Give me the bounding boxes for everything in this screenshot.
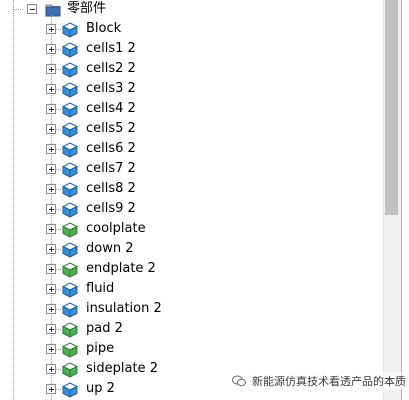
tree-item-label: cells1 2 <box>86 41 136 56</box>
tree-item-label: pad 2 <box>86 321 123 336</box>
expand-toggle-icon[interactable] <box>46 244 56 254</box>
tree-item-label: sideplate 2 <box>86 361 158 376</box>
tree-item-label: cells5 2 <box>86 121 136 136</box>
expand-toggle-icon[interactable] <box>46 364 56 374</box>
expand-toggle-icon[interactable] <box>46 344 56 354</box>
tree-root-node[interactable]: 零部件 <box>0 0 383 20</box>
tree-item-label: cells6 2 <box>86 141 136 156</box>
expand-toggle-icon[interactable] <box>46 304 56 314</box>
watermark: 新能源仿真技术看透产品的本质 <box>232 372 406 390</box>
expand-toggle-icon[interactable] <box>46 264 56 274</box>
tree-item[interactable]: pad 2 <box>0 320 383 340</box>
tree-item-label: cells3 2 <box>86 81 136 96</box>
tree-item[interactable]: cells9 2 <box>0 200 383 220</box>
tree-item[interactable]: endplate 2 <box>0 260 383 280</box>
tree-item[interactable]: cells6 2 <box>0 140 383 160</box>
tree-item-label: cells9 2 <box>86 201 136 216</box>
tree-item[interactable]: cells5 2 <box>0 120 383 140</box>
tree-item[interactable]: pipe <box>0 340 383 360</box>
expand-toggle-icon[interactable] <box>46 224 56 234</box>
tree-item[interactable]: fluid <box>0 280 383 300</box>
tree-item-label: pipe <box>86 341 115 356</box>
expand-toggle-icon[interactable] <box>46 324 56 334</box>
expand-toggle-icon[interactable] <box>46 104 56 114</box>
tree-item-label: fluid <box>86 281 115 296</box>
expand-toggle-icon[interactable] <box>46 84 56 94</box>
tree-item[interactable]: cells2 2 <box>0 60 383 80</box>
folder-icon <box>45 4 61 17</box>
tree-item[interactable]: cells4 2 <box>0 100 383 120</box>
collapse-toggle-icon[interactable] <box>27 4 37 14</box>
tree-item-label: insulation 2 <box>86 301 162 316</box>
tree-item-label: cells4 2 <box>86 101 136 116</box>
tree-item-label: endplate 2 <box>86 261 156 276</box>
expand-toggle-icon[interactable] <box>46 44 56 54</box>
component-tree: 零部件 Block cells1 2 cells2 2 cells3 2 cells4 … <box>0 0 383 400</box>
scrollbar-thumb[interactable] <box>385 0 398 215</box>
wechat-icon <box>232 375 246 387</box>
expand-toggle-icon[interactable] <box>46 204 56 214</box>
tree-item-label: cells7 2 <box>86 161 136 176</box>
expand-toggle-icon[interactable] <box>46 184 56 194</box>
tree-item[interactable]: down 2 <box>0 240 383 260</box>
expand-toggle-icon[interactable] <box>46 144 56 154</box>
expand-toggle-icon[interactable] <box>46 384 56 394</box>
tree-item[interactable]: cells8 2 <box>0 180 383 200</box>
tree-item-label: down 2 <box>86 241 134 256</box>
expand-toggle-icon[interactable] <box>46 164 56 174</box>
watermark-text: 新能源仿真技术看透产品的本质 <box>252 375 406 388</box>
expand-toggle-icon[interactable] <box>46 24 56 34</box>
tree-item[interactable]: coolplate <box>0 220 383 240</box>
tree-item[interactable]: insulation 2 <box>0 300 383 320</box>
panel-border <box>401 0 409 400</box>
tree-item-label: Block <box>86 21 122 36</box>
tree-item-label: cells8 2 <box>86 181 136 196</box>
tree-item[interactable]: cells3 2 <box>0 80 383 100</box>
tree-guide-line <box>13 9 23 10</box>
tree-item-label: coolplate <box>86 221 146 236</box>
tree-root-label: 零部件 <box>67 1 107 16</box>
expand-toggle-icon[interactable] <box>46 284 56 294</box>
tree-item-label: up 2 <box>86 381 115 396</box>
tree-item[interactable]: cells7 2 <box>0 160 383 180</box>
tree-item[interactable]: Block <box>0 20 383 40</box>
expand-toggle-icon[interactable] <box>46 124 56 134</box>
tree-item-label: cells2 2 <box>86 61 136 76</box>
tree-item[interactable]: cells1 2 <box>0 40 383 60</box>
expand-toggle-icon[interactable] <box>46 64 56 74</box>
